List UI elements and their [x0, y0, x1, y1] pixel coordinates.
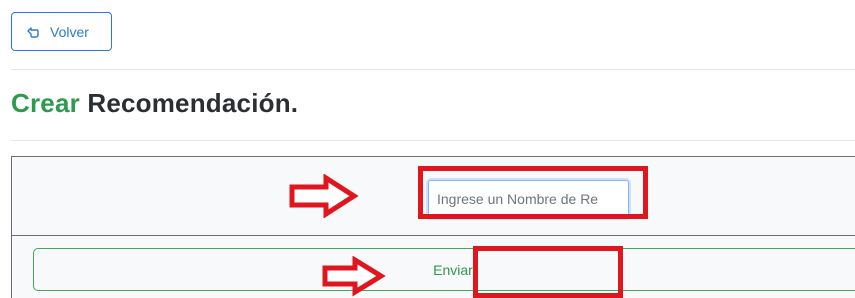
page-title: Crear Recomendación. — [11, 88, 298, 119]
submit-button[interactable]: Enviar — [33, 248, 855, 291]
recommendation-name-input[interactable] — [428, 180, 629, 218]
back-button-label: Volver — [50, 23, 89, 40]
back-hand-icon — [26, 25, 40, 39]
back-button[interactable]: Volver — [11, 12, 112, 51]
title-divider — [11, 140, 855, 141]
page-title-text: Recomendación. — [79, 88, 299, 118]
page: Volver Crear Recomendación. Enviar — [0, 0, 855, 298]
top-divider — [11, 69, 855, 70]
page-title-accent: Crear — [11, 88, 80, 118]
